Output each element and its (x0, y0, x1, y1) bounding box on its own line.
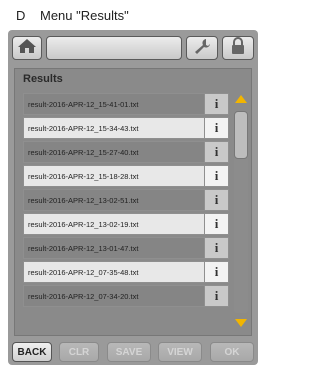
scroll-thumb[interactable] (234, 111, 248, 159)
results-list: result-2016-APR-12_15-41-01.txt i result… (23, 93, 229, 309)
file-name: result-2016-APR-12_15-18-28.txt (28, 171, 139, 181)
top-bar (12, 36, 254, 60)
device-screen: Results result-2016-APR-12_15-41-01.txt … (8, 30, 258, 365)
wrench-icon (193, 38, 211, 59)
panel-title: Results (23, 73, 63, 85)
file-name: result-2016-APR-12_13-02-19.txt (28, 219, 139, 229)
save-button[interactable]: SAVE (107, 342, 151, 362)
arrow-up-icon (234, 91, 248, 109)
list-item[interactable]: result-2016-APR-12_07-34-20.txt i (23, 285, 229, 307)
view-button[interactable]: VIEW (158, 342, 202, 362)
caption-letter: D (16, 8, 26, 23)
info-icon[interactable]: i (204, 238, 228, 258)
figure-caption: D Menu "Results" (16, 8, 129, 23)
file-name: result-2016-APR-12_07-35-48.txt (28, 267, 139, 277)
file-name: result-2016-APR-12_15-41-01.txt (28, 99, 139, 109)
results-panel: Results result-2016-APR-12_15-41-01.txt … (14, 68, 252, 336)
info-icon[interactable]: i (204, 94, 228, 114)
list-item[interactable]: result-2016-APR-12_15-18-28.txt i (23, 165, 229, 187)
home-button[interactable] (12, 36, 42, 60)
info-icon[interactable]: i (204, 214, 228, 234)
clear-button[interactable]: CLR (59, 342, 99, 362)
status-field (46, 36, 182, 60)
lock-button[interactable] (222, 36, 254, 60)
file-name: result-2016-APR-12_07-34-20.txt (28, 291, 139, 301)
list-item[interactable]: result-2016-APR-12_13-02-19.txt i (23, 213, 229, 235)
file-name: result-2016-APR-12_15-27-40.txt (28, 147, 139, 157)
file-name: result-2016-APR-12_13-02-51.txt (28, 195, 139, 205)
info-icon[interactable]: i (204, 118, 228, 138)
list-item[interactable]: result-2016-APR-12_13-02-51.txt i (23, 189, 229, 211)
settings-button[interactable] (186, 36, 218, 60)
info-icon[interactable]: i (204, 166, 228, 186)
file-name: result-2016-APR-12_13-01-47.txt (28, 243, 139, 253)
file-name: result-2016-APR-12_15-34-43.txt (28, 123, 139, 133)
back-button[interactable]: BACK (12, 342, 52, 362)
list-item[interactable]: result-2016-APR-12_13-01-47.txt i (23, 237, 229, 259)
scrollbar[interactable] (233, 93, 249, 331)
scroll-up-button[interactable] (233, 93, 249, 107)
info-icon[interactable]: i (204, 286, 228, 306)
info-icon[interactable]: i (204, 262, 228, 282)
info-icon[interactable]: i (204, 142, 228, 162)
list-item[interactable]: result-2016-APR-12_15-34-43.txt i (23, 117, 229, 139)
info-icon[interactable]: i (204, 190, 228, 210)
caption-text: Menu "Results" (40, 8, 129, 23)
ok-button[interactable]: OK (210, 342, 254, 362)
bottom-bar: BACK CLR SAVE VIEW OK (12, 342, 254, 362)
list-item[interactable]: result-2016-APR-12_15-41-01.txt i (23, 93, 229, 115)
list-item[interactable]: result-2016-APR-12_07-35-48.txt i (23, 261, 229, 283)
lock-icon (230, 36, 246, 60)
arrow-down-icon (234, 315, 248, 333)
scroll-down-button[interactable] (233, 317, 249, 331)
list-item[interactable]: result-2016-APR-12_15-27-40.txt i (23, 141, 229, 163)
home-icon (17, 38, 37, 59)
